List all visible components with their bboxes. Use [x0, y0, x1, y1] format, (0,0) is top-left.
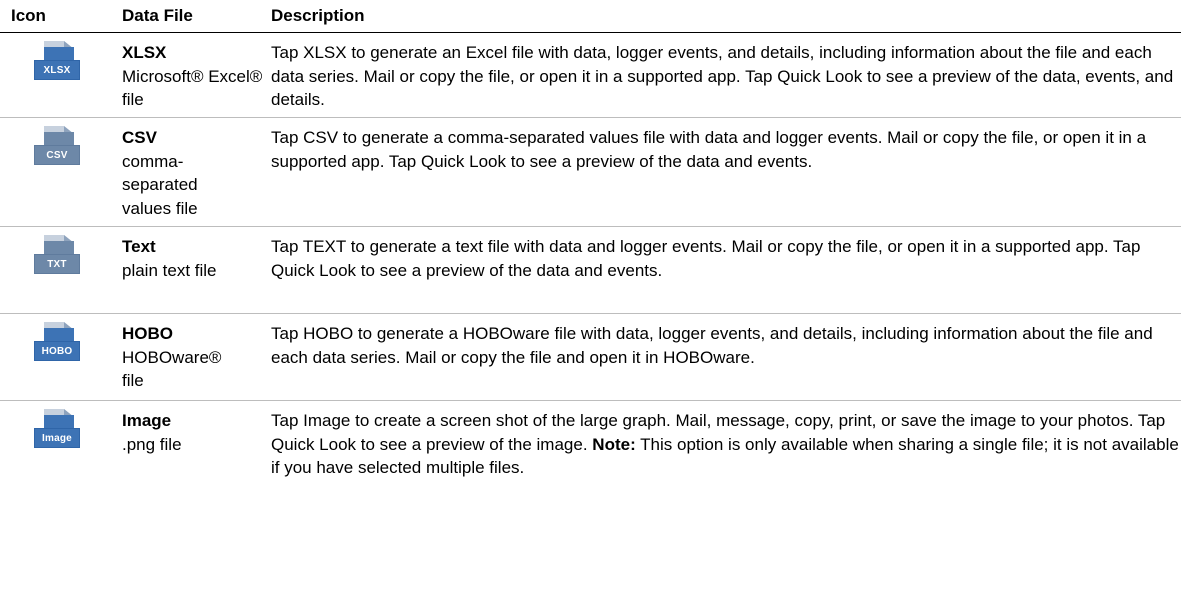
icon-text: TXT	[47, 259, 67, 270]
icon-text: HOBO	[41, 346, 73, 357]
file-type: XLSX	[122, 43, 167, 62]
icon-cell: CSV	[0, 118, 120, 226]
file-type: Image	[122, 411, 172, 430]
description-text: Tap Image to create a screen shot of the…	[271, 409, 1181, 480]
description-text: Tap HOBO to generate a HOBOware file wit…	[271, 324, 1153, 367]
description-cell: Tap XLSX to generate an Excel file with …	[271, 33, 1181, 117]
table-row: TXT Text plain text file Tap TEXT to gen…	[0, 227, 1181, 314]
file-description: comma-separated values file	[122, 151, 198, 218]
description-text: Tap XLSX to generate an Excel file with …	[271, 43, 1174, 109]
data-file-column-header: Data File	[122, 6, 193, 25]
table-row: CSV CSV comma-separated values file Tap …	[0, 118, 1181, 227]
table-row: HOBO HOBO HOBOware® file Tap HOBO to gen…	[0, 314, 1181, 401]
hobo-file-icon: HOBO	[34, 322, 80, 362]
file-format-table: Icon Data File Description XLSX XLSX Mic…	[0, 0, 1181, 493]
file-type: Text	[122, 237, 156, 256]
description-cell: Tap TEXT to generate a text file with da…	[271, 227, 1181, 313]
icon-cell: TXT	[0, 227, 120, 313]
icon-text: Image	[42, 433, 72, 444]
description-text: Tap CSV to generate a comma-separated va…	[271, 128, 1147, 171]
icon-cell: HOBO	[0, 314, 120, 400]
icon-cell: Image	[0, 401, 120, 493]
file-description: Microsoft® Excel® file	[122, 66, 263, 110]
file-type: HOBO	[122, 324, 173, 343]
table-row: XLSX XLSX Microsoft® Excel® file Tap XLS…	[0, 33, 1181, 118]
icon-cell: XLSX	[0, 33, 120, 117]
file-description: HOBOware® file	[122, 347, 222, 391]
icon-text: CSV	[46, 150, 68, 161]
csv-file-icon: CSV	[34, 126, 80, 166]
xlsx-file-icon: XLSX	[34, 41, 80, 81]
description-cell: Tap Image to create a screen shot of the…	[271, 401, 1181, 493]
data-file-cell: Text plain text file	[120, 227, 271, 313]
note-label: Note:	[592, 434, 636, 454]
description-cell: Tap HOBO to generate a HOBOware file wit…	[271, 314, 1181, 400]
description-column-header: Description	[271, 6, 365, 25]
file-description: .png file	[122, 434, 182, 454]
table-header-row: Icon Data File Description	[0, 0, 1181, 33]
data-file-cell: CSV comma-separated values file	[120, 118, 271, 226]
image-file-icon: Image	[34, 409, 80, 449]
icon-column-header: Icon	[11, 6, 46, 25]
data-file-cell: Image .png file	[120, 401, 271, 493]
description-text: Tap TEXT to generate a text file with da…	[271, 237, 1141, 280]
data-file-cell: XLSX Microsoft® Excel® file	[120, 33, 271, 117]
file-type: CSV	[122, 128, 157, 147]
data-file-cell: HOBO HOBOware® file	[120, 314, 271, 400]
icon-text: XLSX	[43, 65, 71, 76]
table-row: Image Image .png file Tap Image to creat…	[0, 401, 1181, 493]
txt-file-icon: TXT	[34, 235, 80, 275]
file-description: plain text file	[122, 260, 217, 280]
description-cell: Tap CSV to generate a comma-separated va…	[271, 118, 1181, 226]
